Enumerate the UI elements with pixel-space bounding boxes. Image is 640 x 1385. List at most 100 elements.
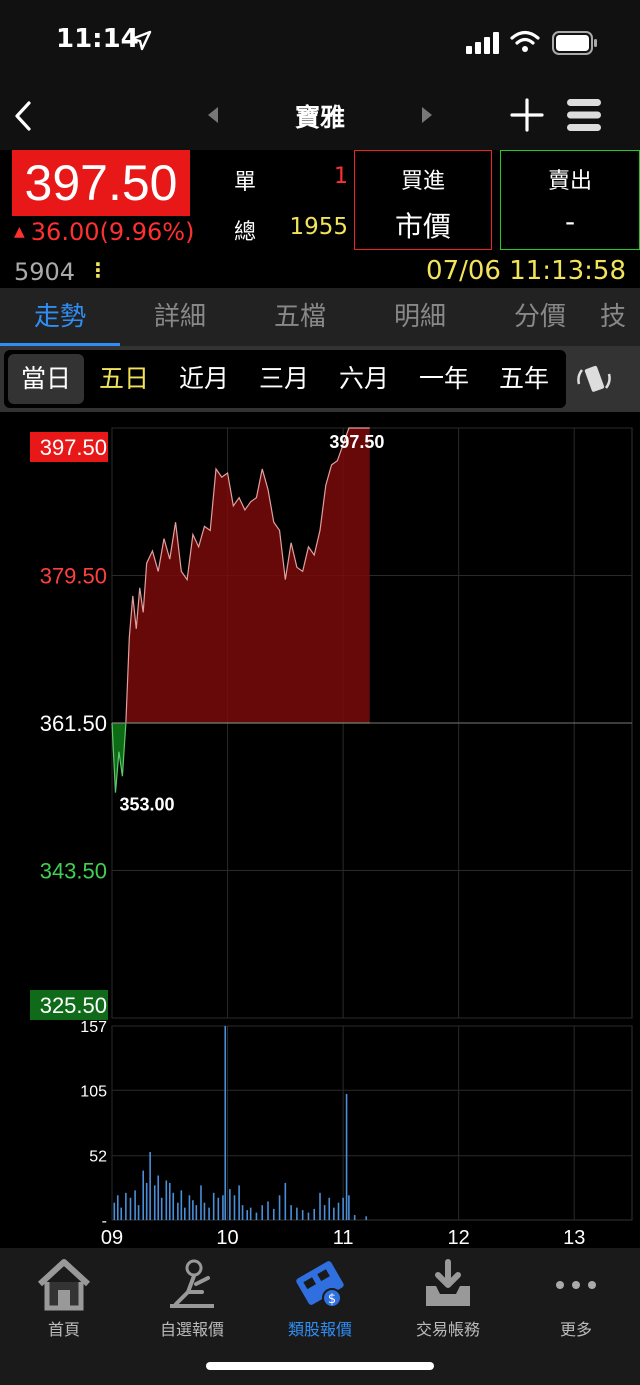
range-one-year[interactable]: 一年 [404,350,484,408]
sell-button[interactable]: 賣出 - [500,150,640,250]
nav-home-label: 首頁 [47,1320,80,1339]
buy-button[interactable]: 買進 市價 [354,150,492,250]
low-price-annotation: 353.00 [119,795,174,815]
price-area-above-reference [112,428,370,723]
nav-trading-account[interactable]: 交易帳務 [384,1248,512,1340]
volume-tick-label: 52 [89,1149,107,1166]
quote-panel: 397.50 ▲ 36.00(9.96%) 單 1 總 1955 買進 市價 賣出… [0,150,640,288]
volume-bar [222,1195,224,1220]
tab-detail[interactable]: 詳細 [120,288,240,346]
volume-bar [337,1202,340,1220]
price-change: ▲ 36.00(9.96%) [14,218,194,246]
volume-bar [333,1207,335,1220]
volume-bar [192,1200,194,1220]
range-selector: 當日 五日 近月 三月 六月 一年 五年 [0,346,640,412]
volume-bar [129,1197,132,1220]
price-line-below-reference [111,722,370,793]
next-stock-icon[interactable] [420,106,434,124]
home-indicator [206,1362,434,1370]
high-price-annotation: 397.50 [329,432,384,452]
volume-bar [217,1197,220,1220]
volume-plot-frame [111,1025,633,1221]
range-month[interactable]: 近月 [164,350,244,408]
up-triangle-icon: ▲ [14,224,25,240]
volume-bar [353,1215,356,1220]
volume-bar [301,1210,304,1220]
tab-five-levels[interactable]: 五檔 [240,288,360,346]
status-time: 11:14 [56,24,139,54]
volume-bar [184,1207,186,1220]
volume-bar [160,1197,163,1220]
quote-datetime: 07/06 11:13:58 [426,256,626,286]
nav-home[interactable]: 首頁 [0,1248,128,1340]
tab-ticks[interactable]: 明細 [360,288,480,346]
add-watchlist-icon[interactable] [510,98,544,132]
volume-bar [348,1195,350,1220]
range-three-months[interactable]: 三月 [244,350,324,408]
volume-bar [278,1195,281,1220]
volume-bar [246,1210,248,1220]
detail-tabs: 走勢 詳細 五檔 明細 分價 技 [0,288,640,346]
volume-bar [307,1212,310,1220]
range-options: 當日 五日 近月 三月 六月 一年 五年 [4,350,566,408]
volume-bar [203,1202,206,1220]
volume-bar [157,1175,160,1220]
total-volume-label: 總 [234,220,257,245]
price-tick-label: 361.50 [40,711,107,736]
nav-trading-account-label: 交易帳務 [415,1320,480,1339]
price-change-value: 36.00(9.96%) [30,218,195,246]
price-tick-label: 325.50 [40,993,107,1018]
price-tick-label: 379.50 [40,564,107,589]
menu-icon[interactable] [566,98,602,132]
buy-price-type: 市價 [394,210,451,243]
volume-bar [153,1185,156,1220]
nav-watchlist[interactable]: 自選報價 [128,1248,256,1340]
time-tick-label: 11 [333,1227,354,1248]
volume-bar [313,1208,316,1220]
time-tick-label: 12 [448,1227,470,1248]
tab-price-volume[interactable]: 分價 [480,288,600,346]
range-five-days[interactable]: 五日 [84,350,164,408]
single-volume-value: 1 [334,164,348,189]
volume-bar [284,1182,287,1220]
single-volume-label: 單 [234,170,257,195]
volume-bar [296,1207,298,1220]
stock-title: 寶雅 [294,103,345,132]
price-tick-label: 343.50 [40,859,107,884]
volume-bar [120,1207,123,1220]
tab-trend[interactable]: 走勢 [0,288,120,346]
total-volume-value: 1955 [289,214,348,240]
volume-bar [195,1205,198,1220]
volume-bar [328,1197,331,1220]
buy-label: 買進 [400,169,445,194]
volume-bar [200,1185,202,1220]
range-five-years[interactable]: 五年 [484,350,564,408]
volume-bar [142,1170,144,1220]
range-today[interactable]: 當日 [8,354,84,404]
volume-bar [212,1192,215,1220]
time-tick-label: 09 [101,1227,123,1248]
nav-watchlist-label: 自選報價 [159,1320,224,1339]
nav-more-label: 更多 [559,1320,592,1339]
volume-bar [165,1180,168,1220]
volume-bar [255,1212,258,1220]
rotate-screen-icon[interactable] [574,362,614,396]
nav-sector-quotes[interactable]: $ 類股報價 [256,1248,384,1340]
volume-bar [188,1195,191,1220]
volume-bar [319,1192,321,1220]
battery-icon [552,31,597,55]
volume-bar [145,1182,148,1220]
location-arrow-icon [130,30,152,51]
nav-more[interactable]: 更多 [512,1248,640,1340]
volume-bar [342,1197,344,1220]
intraday-chart[interactable]: 397.50 379.50 361.50 343.50 325.50 397.50 353.… [0,412,640,1248]
range-six-months[interactable]: 六月 [324,350,404,408]
volume-bar [125,1192,127,1220]
volume-bar [365,1216,368,1220]
price-area-below-reference [112,723,370,793]
person-reading-icon [170,1259,214,1308]
time-tick-label: 10 [216,1227,238,1248]
tab-technical[interactable]: 技 [600,288,640,346]
volume-bar [272,1208,275,1220]
more-dots-icon[interactable]: ⋮ [88,258,108,282]
